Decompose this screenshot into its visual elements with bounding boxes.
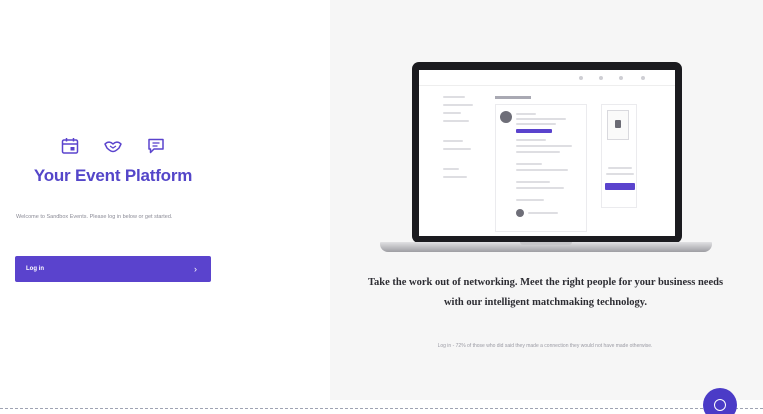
preview-heading: [495, 96, 531, 99]
preview-line: [516, 163, 542, 165]
app-preview-sidebar: [443, 96, 485, 206]
preview-avatar: [516, 209, 524, 217]
preview-line: [528, 212, 558, 214]
preview-dot: [619, 76, 623, 80]
preview-line: [443, 112, 461, 114]
help-chat-button[interactable]: [703, 388, 737, 414]
preview-line: [516, 199, 544, 201]
app-preview-topbar: [419, 70, 675, 86]
welcome-text: Welcome to Sandbox Events. Please log in…: [16, 214, 173, 220]
preview-line: [516, 169, 568, 171]
laptop-screen-content: [419, 70, 675, 236]
dashed-divider: [0, 408, 763, 409]
preview-line: [443, 140, 463, 142]
preview-image-glyph: [615, 120, 621, 128]
chevron-right-icon: ›: [194, 264, 197, 274]
preview-avatar: [500, 111, 512, 123]
preview-line: [516, 118, 566, 120]
preview-line: [516, 145, 572, 147]
preview-dot: [599, 76, 603, 80]
preview-line: [443, 96, 465, 98]
handshake-icon: [103, 136, 123, 156]
preview-line: [443, 168, 459, 170]
chat-icon: [146, 136, 166, 156]
preview-line: [443, 120, 469, 122]
preview-line: [443, 176, 467, 178]
preview-line: [608, 167, 632, 169]
brand-icons: [60, 136, 166, 156]
preview-line: [516, 151, 560, 153]
login-button-label: Log in: [26, 266, 44, 272]
login-panel: Your Event Platform Welcome to Sandbox E…: [0, 0, 330, 414]
help-chat-icon: [714, 399, 726, 411]
preview-line: [443, 148, 471, 150]
promo-subtext: Log in - 72% of those who did said they …: [437, 343, 653, 349]
app-preview-card: [495, 104, 587, 232]
platform-title: Your Event Platform: [33, 166, 193, 185]
preview-line: [516, 123, 556, 125]
preview-line: [516, 181, 550, 183]
preview-line: [516, 139, 546, 141]
preview-line: [516, 187, 564, 189]
preview-dot: [579, 76, 583, 80]
preview-line: [443, 104, 473, 106]
calendar-icon: [60, 136, 80, 156]
promo-tagline: Take the work out of networking. Meet th…: [367, 277, 724, 308]
preview-line: [516, 113, 536, 115]
preview-accent-button: [605, 183, 635, 190]
preview-dot: [641, 76, 645, 80]
preview-accent-bar: [516, 129, 552, 133]
preview-line: [606, 173, 634, 175]
laptop-notch: [520, 242, 572, 245]
login-button[interactable]: Log in ›: [15, 256, 211, 282]
